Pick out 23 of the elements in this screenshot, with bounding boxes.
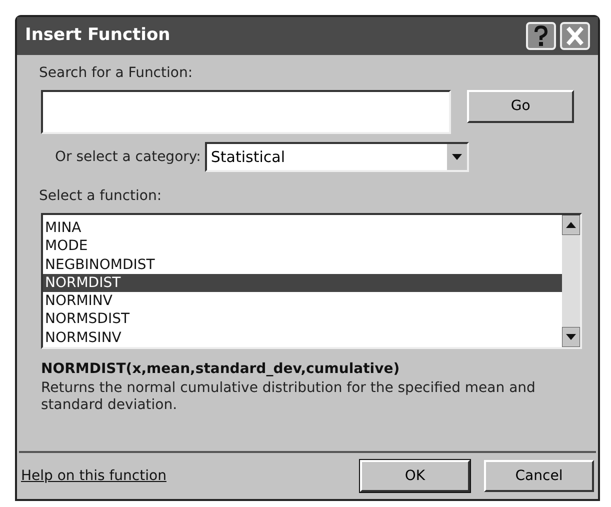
function-signature: NORMDIST(x,mean,standard_dev,cumulative) (41, 360, 401, 379)
scroll-down-icon[interactable] (562, 327, 580, 347)
function-list-item[interactable]: MINA (43, 219, 562, 238)
ok-button[interactable]: OK (360, 460, 470, 492)
help-link[interactable]: Help on this function (21, 466, 166, 486)
window-title: Insert Function (25, 24, 170, 48)
function-list-item[interactable]: NORMDIST (43, 274, 562, 292)
function-list-label: Select a function: (39, 187, 163, 206)
scroll-up-icon[interactable] (562, 215, 580, 235)
function-list-item[interactable]: NORMSINV (43, 328, 562, 347)
function-list-item[interactable]: NORMINV (43, 292, 562, 310)
scrollbar[interactable] (562, 215, 580, 347)
search-label: Search for a Function: (39, 64, 194, 83)
function-list-item[interactable]: NORMSDIST (43, 310, 562, 329)
help-icon[interactable] (526, 22, 556, 50)
category-dropdown[interactable]: Statistical (204, 142, 469, 172)
function-list-item[interactable]: MODE (43, 237, 562, 256)
function-description: Returns the normal cumulative distribution for the specified mean and standard deviation. (41, 380, 536, 414)
search-field[interactable] (41, 90, 452, 134)
category-label: Or select a category: (55, 148, 201, 166)
go-button[interactable]: Go (467, 90, 574, 123)
function-list-item[interactable]: NEGBINOMDIST (43, 256, 562, 274)
cancel-button[interactable]: Cancel (484, 460, 594, 492)
